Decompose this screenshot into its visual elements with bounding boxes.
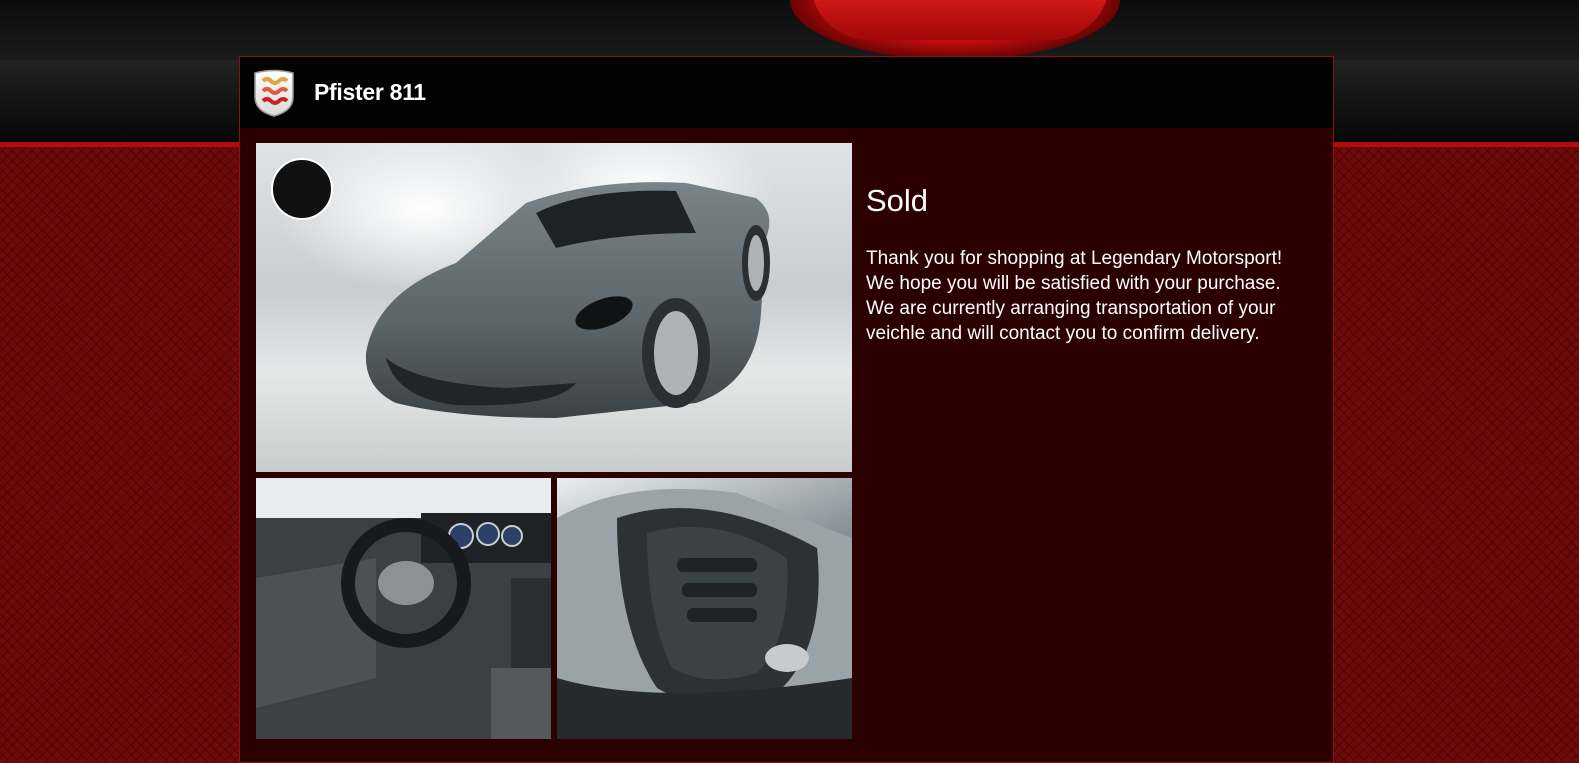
- vehicle-name: Pfister 811: [314, 79, 426, 105]
- red-car-silhouette: [810, 0, 1110, 40]
- car-exterior-front-photo[interactable]: [256, 143, 852, 472]
- status-message: Thank you for shopping at Legendary Moto…: [866, 248, 1283, 344]
- car-interior-photo[interactable]: [256, 478, 551, 739]
- car-interior-illustration: [256, 478, 551, 739]
- photo-badge-circle: [271, 158, 333, 220]
- car-engine-bay-photo[interactable]: [557, 478, 852, 739]
- pfister-brand-icon: [254, 69, 294, 117]
- status-title: Sold: [866, 183, 929, 218]
- vehicle-header: Pfister 811: [240, 57, 1333, 128]
- car-exterior-illustration: [256, 143, 852, 472]
- car-engine-illustration: [557, 488, 852, 739]
- vehicle-panel: Pfister 811 Sold Thank you for shopping …: [239, 56, 1334, 763]
